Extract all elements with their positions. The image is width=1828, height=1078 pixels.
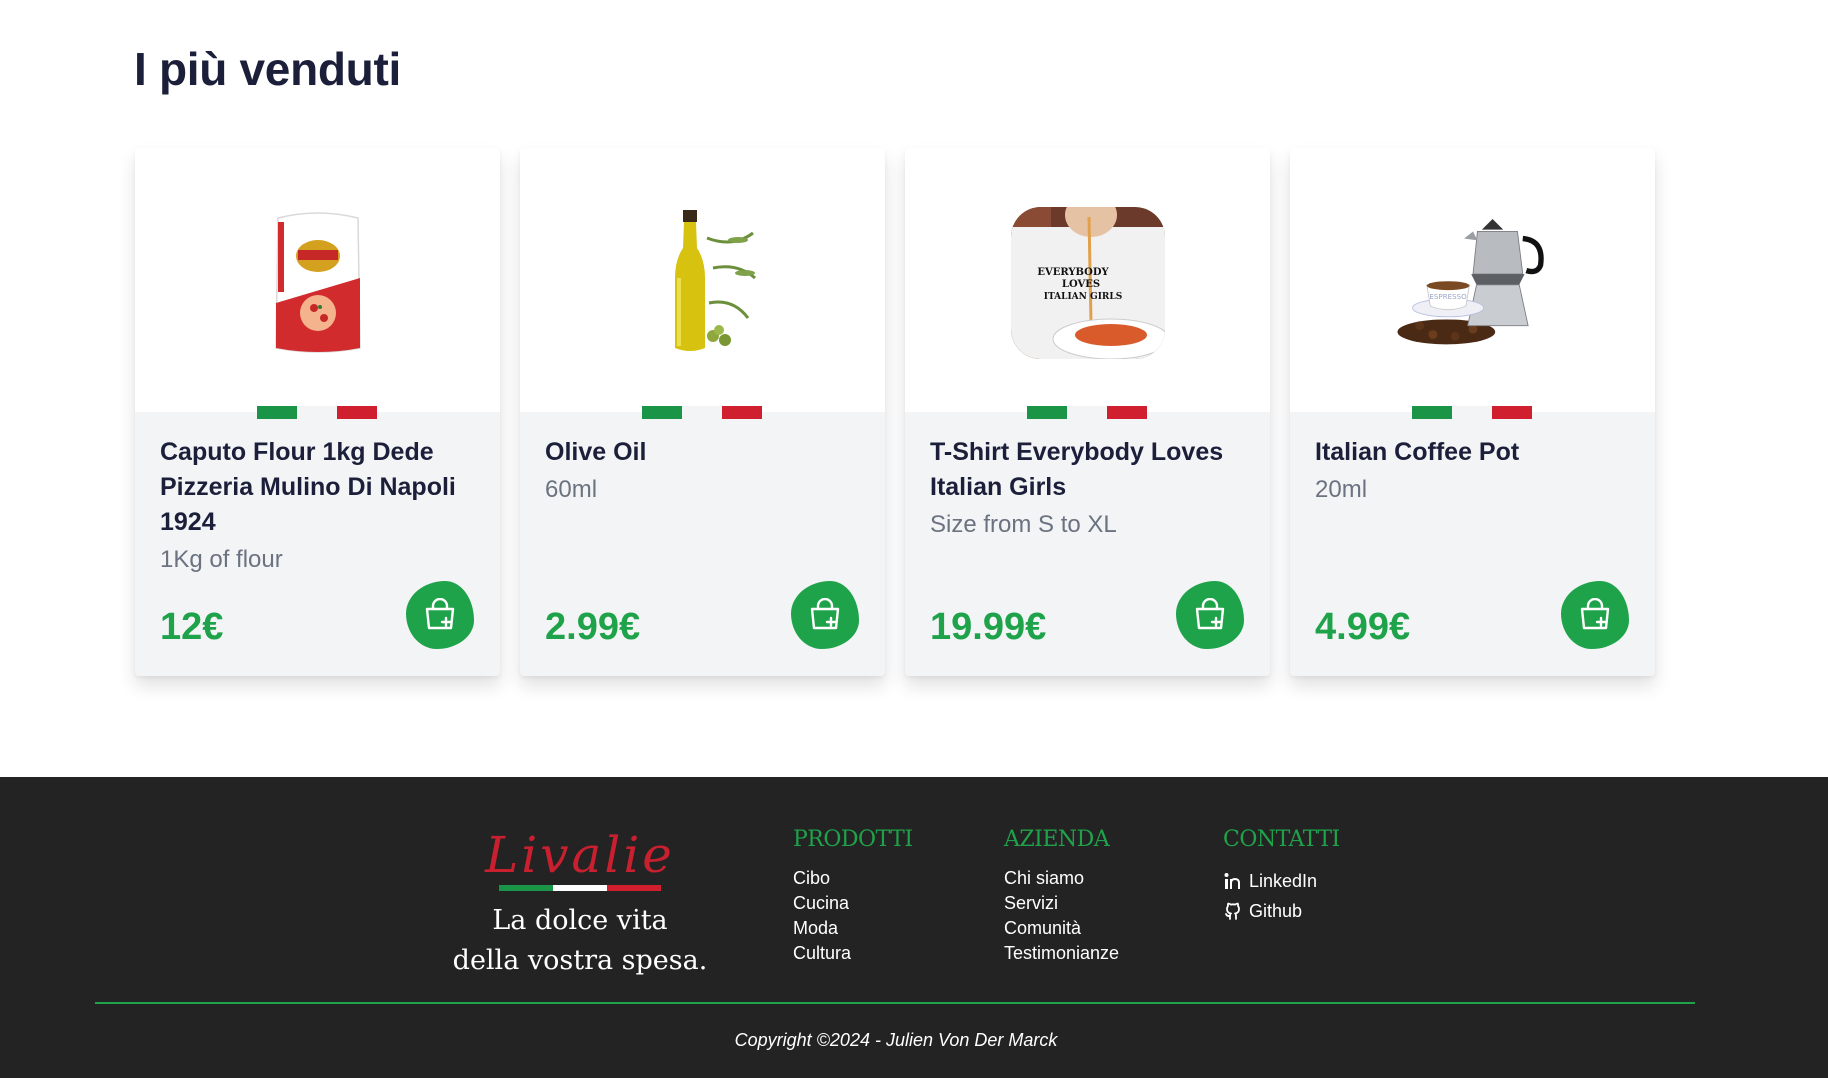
product-image-area <box>135 148 500 412</box>
flag-red <box>722 406 762 419</box>
linkedin-icon <box>1224 873 1240 889</box>
tagline-line-2: della vostra spesa. <box>452 945 708 976</box>
footer-link-moda[interactable]: Moda <box>793 916 913 941</box>
svg-text:ITALIAN GIRLS: ITALIAN GIRLS <box>1043 292 1121 302</box>
olive-oil-bottle-image <box>623 203 783 363</box>
add-to-cart-button[interactable] <box>791 581 859 649</box>
product-image-area: EVERYBODY LOVES ITALIAN GIRLS <box>905 148 1270 412</box>
logo-flag-underline <box>498 885 662 891</box>
flag-green <box>642 406 682 419</box>
svg-text:EVERYBODY: EVERYBODY <box>1037 267 1109 278</box>
product-price: 2.99€ <box>545 606 641 648</box>
footer-link-testimonianze[interactable]: Testimonianze <box>1004 941 1119 966</box>
flag-green <box>1027 406 1067 419</box>
footer-link-linkedin[interactable]: LinkedIn <box>1223 866 1340 896</box>
flag-green <box>1412 406 1452 419</box>
shopping-bag-add-icon <box>425 598 455 630</box>
github-label: Github <box>1249 901 1303 921</box>
add-to-cart-button[interactable] <box>1176 581 1244 649</box>
footer-column-azienda: AZIENDA Chi siamo Servizi Comunità Testi… <box>1004 827 1119 966</box>
tagline-line-1: La dolce vita <box>492 905 668 936</box>
footer-link-chi-siamo[interactable]: Chi siamo <box>1004 866 1119 891</box>
product-card[interactable]: Olive Oil 60ml 2.99€ <box>520 148 885 676</box>
product-price: 4.99€ <box>1315 606 1411 648</box>
shopping-bag-add-icon <box>1195 598 1225 630</box>
product-description: Size from S to XL <box>930 511 1117 538</box>
italian-flag-strip <box>642 406 762 419</box>
espresso-cup-text: ESPRESSO <box>1429 292 1467 301</box>
flag-green <box>498 885 553 891</box>
shopping-bag-add-icon <box>810 598 840 630</box>
copyright: Copyright ©2024 - Julien Von Der Marck <box>734 1030 1058 1050</box>
flag-white <box>552 885 608 891</box>
product-image-area <box>520 148 885 412</box>
product-description: 20ml <box>1315 476 1368 503</box>
product-card[interactable]: ESPRESSO Italian Coffee Pot 20ml 4.99€ <box>1290 148 1655 676</box>
add-to-cart-button[interactable] <box>406 581 474 649</box>
product-description: 60ml <box>545 476 598 503</box>
footer-brand: Livalie La dolce vita della vostra spesa… <box>440 827 720 981</box>
product-name[interactable]: Caputo Flour 1kg Dede Pizzeria Mulino Di… <box>160 435 480 540</box>
italian-flag-strip <box>257 406 377 419</box>
product-price: 12€ <box>160 606 224 648</box>
footer-column-prodotti: PRODOTTI Cibo Cucina Moda Cultura <box>793 827 913 966</box>
flag-white <box>297 406 337 419</box>
footer-link-github[interactable]: Github <box>1223 896 1340 926</box>
flour-bag-image <box>238 203 398 363</box>
product-card[interactable]: Caputo Flour 1kg Dede Pizzeria Mulino Di… <box>135 148 500 676</box>
product-info: T-Shirt Everybody Loves Italian Girls Si… <box>930 435 1250 541</box>
flag-red <box>607 885 662 891</box>
product-price: 19.99€ <box>930 606 1047 648</box>
moka-pot-image: ESPRESSO <box>1393 203 1553 363</box>
flag-red <box>337 406 377 419</box>
column-title: PRODOTTI <box>793 827 913 852</box>
column-title: AZIENDA <box>1004 827 1110 852</box>
flag-red <box>1492 406 1532 419</box>
tagline: La dolce vita della vostra spesa. <box>440 901 720 981</box>
product-description: 1Kg of flour <box>160 546 283 573</box>
shopping-bag-add-icon <box>1580 598 1610 630</box>
flag-white <box>682 406 722 419</box>
footer-divider <box>95 1002 1695 1004</box>
product-grid: Caputo Flour 1kg Dede Pizzeria Mulino Di… <box>135 148 1655 676</box>
flag-white <box>1067 406 1107 419</box>
flag-red <box>1107 406 1147 419</box>
section-title: I più venduti <box>134 43 401 95</box>
add-to-cart-button[interactable] <box>1561 581 1629 649</box>
footer-column-contatti: CONTATTI LinkedIn Github <box>1223 827 1340 926</box>
italian-flag-strip <box>1412 406 1532 419</box>
product-name[interactable]: Italian Coffee Pot <box>1315 435 1635 470</box>
column-title: CONTATTI <box>1223 827 1340 852</box>
github-icon <box>1225 902 1240 920</box>
product-info: Olive Oil 60ml <box>545 435 865 506</box>
product-name[interactable]: T-Shirt Everybody Loves Italian Girls <box>930 435 1250 505</box>
product-info: Italian Coffee Pot 20ml <box>1315 435 1635 506</box>
flag-green <box>257 406 297 419</box>
italian-flag-strip <box>1027 406 1147 419</box>
footer-link-comunita[interactable]: Comunità <box>1004 916 1119 941</box>
product-card[interactable]: EVERYBODY LOVES ITALIAN GIRLS T-Shirt Ev… <box>905 148 1270 676</box>
product-image-area: ESPRESSO <box>1290 148 1655 412</box>
footer-link-servizi[interactable]: Servizi <box>1004 891 1119 916</box>
footer-link-cultura[interactable]: Cultura <box>793 941 913 966</box>
tshirt-photo-image: EVERYBODY LOVES ITALIAN GIRLS <box>1008 203 1168 363</box>
svg-text:LOVES: LOVES <box>1061 279 1099 290</box>
flag-white <box>1452 406 1492 419</box>
product-name[interactable]: Olive Oil <box>545 435 865 470</box>
footer-link-cucina[interactable]: Cucina <box>793 891 913 916</box>
best-sellers-section: I più venduti Caputo Flour 1kg Dede Pizz… <box>0 0 1828 777</box>
footer-link-cibo[interactable]: Cibo <box>793 866 913 891</box>
linkedin-label: LinkedIn <box>1249 871 1318 891</box>
site-footer: Livalie La dolce vita della vostra spesa… <box>0 777 1828 1078</box>
product-info: Caputo Flour 1kg Dede Pizzeria Mulino Di… <box>160 435 480 576</box>
logo[interactable]: Livalie <box>440 827 720 883</box>
